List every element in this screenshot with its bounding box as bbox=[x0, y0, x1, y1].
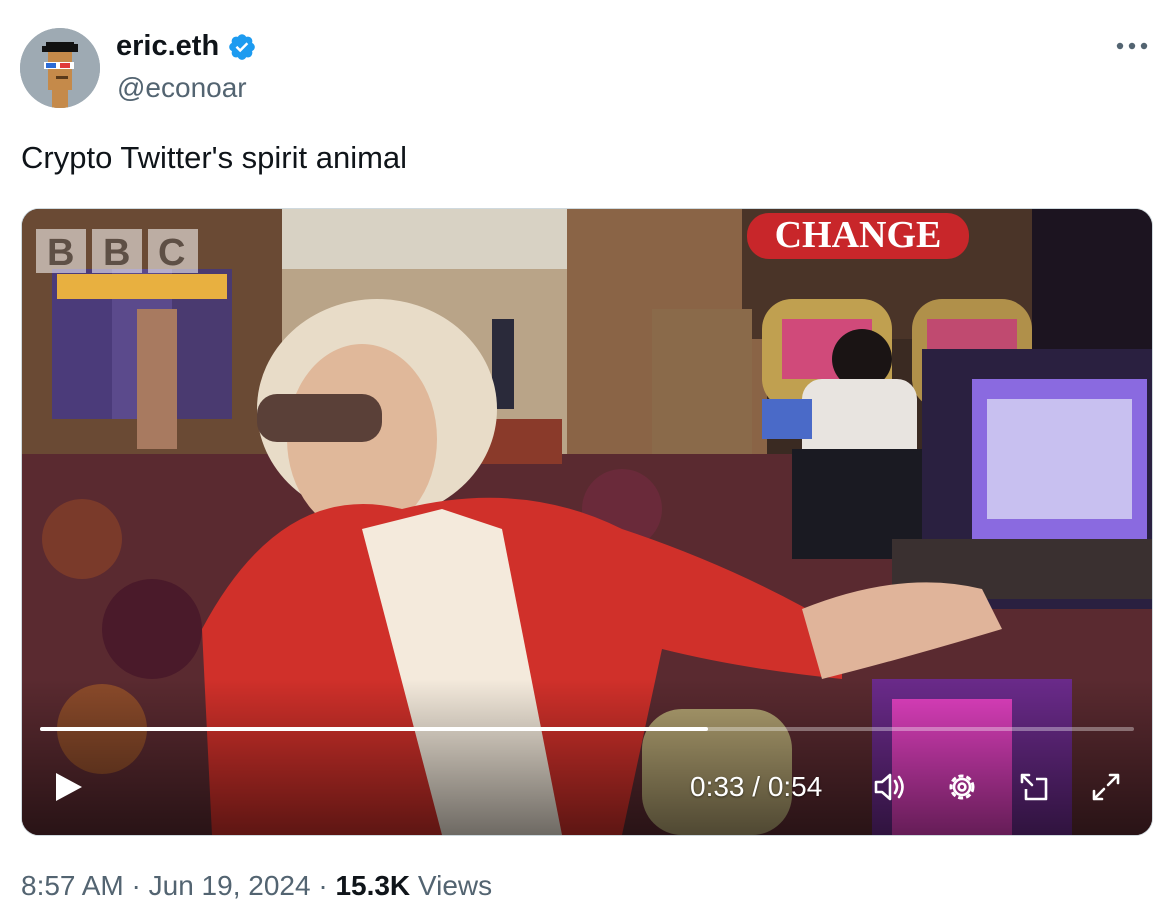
meta-separator: · bbox=[310, 870, 336, 901]
svg-text:B: B bbox=[47, 232, 74, 274]
meta-separator: · bbox=[123, 870, 149, 901]
video-player[interactable]: B B C CHANGE 0:33 / 0:54 bbox=[21, 208, 1153, 836]
play-icon[interactable] bbox=[50, 769, 86, 805]
video-progress-fill bbox=[40, 727, 709, 731]
tweet-text: Crypto Twitter's spirit animal bbox=[21, 140, 408, 175]
punk-avatar-icon bbox=[20, 28, 100, 108]
display-name[interactable]: eric.eth bbox=[116, 30, 219, 63]
video-time: 0:33 / 0:54 bbox=[690, 771, 823, 802]
settings-icon[interactable] bbox=[942, 767, 982, 807]
volume-icon[interactable] bbox=[870, 767, 910, 807]
tweet-card: eric.eth @econoar Crypto Twitter's spiri… bbox=[0, 0, 1176, 920]
change-sign: CHANGE bbox=[775, 214, 942, 256]
pip-icon[interactable] bbox=[1014, 767, 1054, 807]
verified-badge-icon bbox=[229, 33, 255, 60]
svg-text:C: C bbox=[158, 232, 185, 274]
svg-text:B: B bbox=[103, 232, 130, 274]
views-label: Views bbox=[410, 870, 493, 901]
views-count: 15.3K bbox=[335, 870, 411, 901]
video-progress-bar[interactable] bbox=[40, 727, 1134, 731]
tweet-time[interactable]: 8:57 AM bbox=[21, 870, 124, 901]
more-options-icon[interactable] bbox=[1112, 34, 1152, 58]
author-handle[interactable]: @econoar bbox=[117, 72, 247, 104]
avatar[interactable] bbox=[20, 28, 100, 108]
tweet-meta: 8:57 AM · Jun 19, 2024 · 15.3K Views bbox=[21, 870, 492, 902]
fullscreen-icon[interactable] bbox=[1086, 767, 1126, 807]
video-controls: 0:33 / 0:54 bbox=[22, 745, 1152, 835]
tweet-date[interactable]: Jun 19, 2024 bbox=[149, 870, 311, 901]
video-frame: B B C CHANGE bbox=[22, 209, 1152, 835]
author-name-row: eric.eth bbox=[116, 30, 257, 63]
bbc-watermark: B B C bbox=[36, 229, 198, 274]
